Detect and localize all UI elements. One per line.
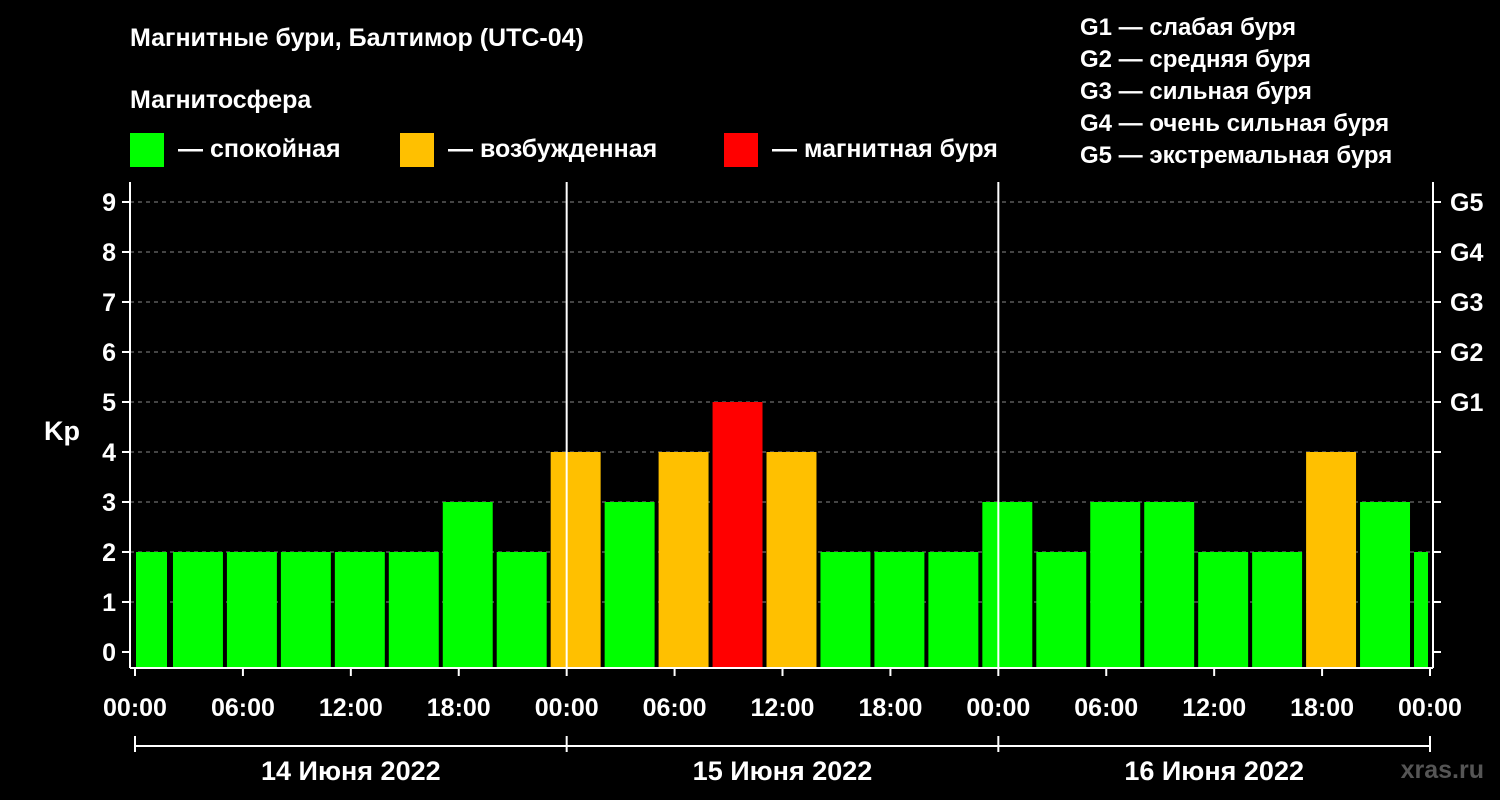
bar-12	[766, 452, 817, 668]
kp-bar-chart: 0 1 2 3 4 5 6 7 8 9 G1 G2 G3 G4 G5 Kp 00:00 06:00 12:00 18:…	[44, 182, 1483, 786]
x-tick-label: 00:00	[966, 694, 1030, 722]
x-tick-label: 00:00	[535, 694, 599, 722]
y-tick-label: 9	[102, 189, 116, 217]
bar-2	[226, 552, 277, 668]
bar-20	[1198, 552, 1249, 668]
g-scale-label: G5	[1450, 189, 1483, 217]
bar-4	[334, 552, 385, 668]
y-tick-label: 0	[102, 639, 116, 667]
x-tick-label: 18:00	[1290, 694, 1354, 722]
bar-18	[1090, 502, 1141, 668]
bar-23	[1360, 502, 1411, 668]
g-scale-label: G2	[1450, 339, 1483, 367]
bar-8	[550, 452, 601, 668]
g-scale-label: G4	[1450, 239, 1483, 267]
x-tick-label: 12:00	[319, 694, 383, 722]
y-tick-label: 1	[102, 589, 116, 617]
y-tick-label: 2	[102, 539, 116, 567]
y-tick-label: 8	[102, 239, 116, 267]
x-tick-label: 18:00	[427, 694, 491, 722]
x-tick-label: 06:00	[643, 694, 707, 722]
x-tick-label: 06:00	[211, 694, 275, 722]
y-tick-label: 7	[102, 289, 116, 317]
day-label: 15 Июня 2022	[693, 756, 873, 786]
x-tick-label: 18:00	[858, 694, 922, 722]
x-tick-label: 12:00	[751, 694, 815, 722]
day-label: 14 Июня 2022	[261, 756, 441, 786]
bar-13	[820, 552, 871, 668]
bar-1	[172, 552, 223, 668]
x-tick-label: 06:00	[1074, 694, 1138, 722]
y-tick-label: 5	[102, 389, 116, 417]
y-tick-label: 6	[102, 339, 116, 367]
y-tick-label: 3	[102, 489, 116, 517]
bar-6	[442, 502, 493, 668]
bar-0	[136, 552, 167, 668]
x-tick-label: 00:00	[1398, 694, 1462, 722]
bar-7	[496, 552, 547, 668]
day-label: 16 Июня 2022	[1124, 756, 1304, 786]
bar-9	[604, 502, 655, 668]
bar-24	[1414, 552, 1428, 668]
y-tick-label: 4	[102, 439, 116, 467]
bar-15	[928, 552, 979, 668]
bar-3	[280, 552, 331, 668]
g-scale-label: G3	[1450, 289, 1483, 317]
watermark: xras.ru	[1400, 756, 1484, 784]
x-tick-label: 00:00	[103, 694, 167, 722]
x-tick-label: 12:00	[1182, 694, 1246, 722]
bar-10	[658, 452, 709, 668]
bar-11	[712, 402, 763, 668]
bar-5	[388, 552, 439, 668]
bar-19	[1144, 502, 1195, 668]
y-axis-label: Kp	[44, 416, 80, 446]
g-scale-label: G1	[1450, 389, 1483, 417]
bar-17	[1036, 552, 1087, 668]
bar-22	[1306, 452, 1357, 668]
bar-16	[982, 502, 1033, 668]
bar-14	[874, 552, 925, 668]
bar-21	[1252, 552, 1303, 668]
